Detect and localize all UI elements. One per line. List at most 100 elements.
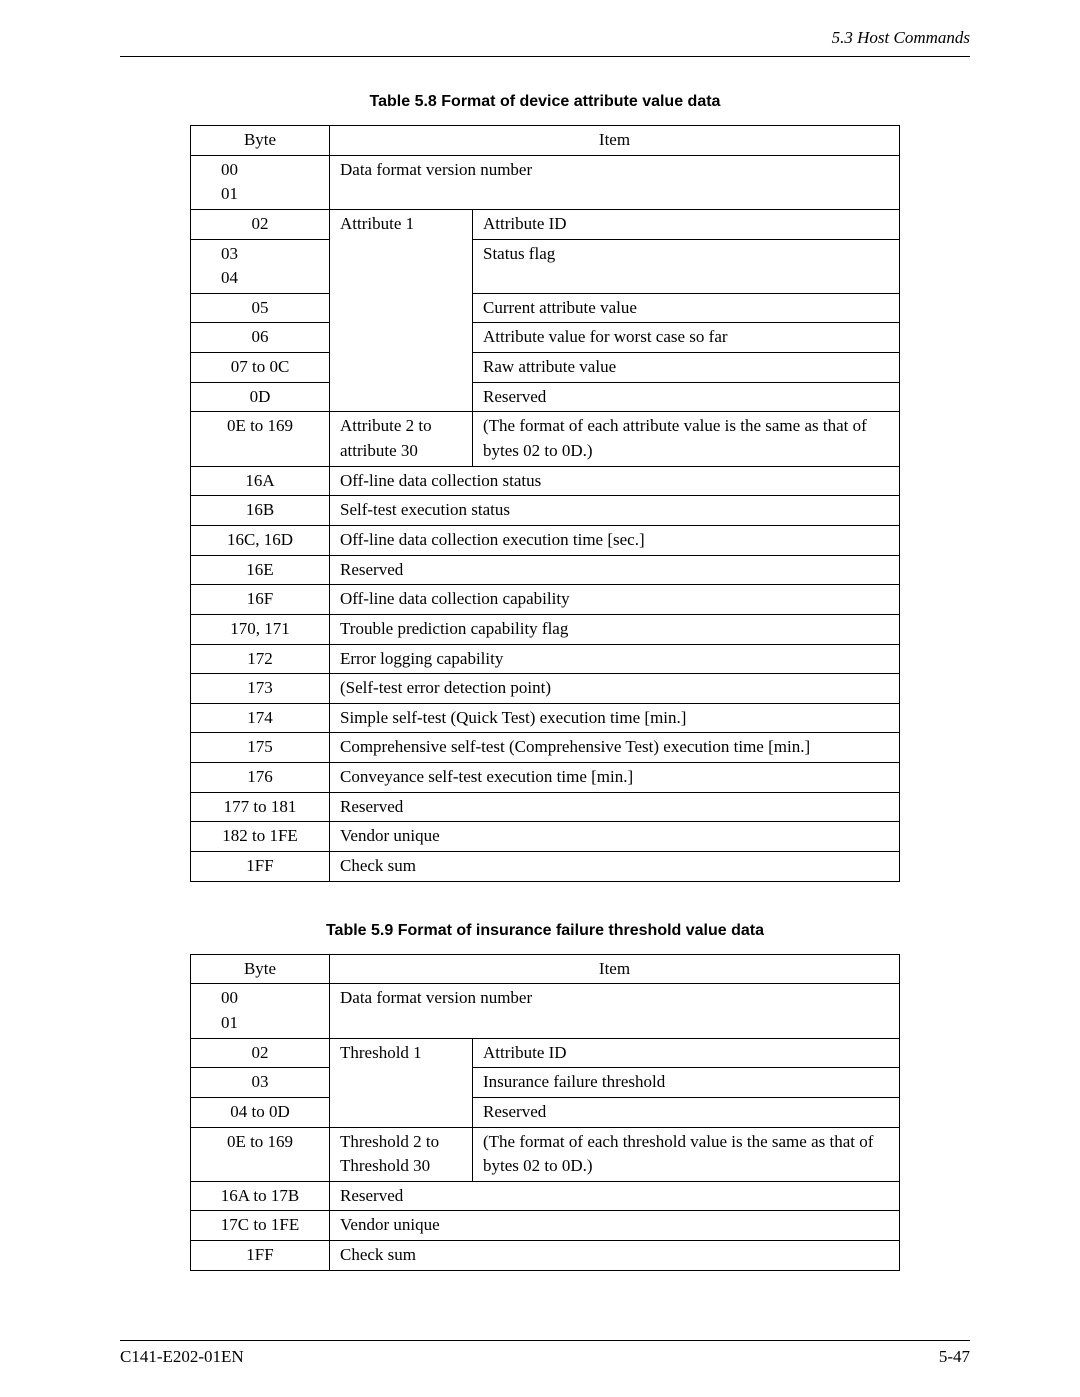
table-caption-2: Table 5.9 Format of insurance failure th… <box>120 922 970 940</box>
table-row: 176 Conveyance self-test execution time … <box>191 763 900 793</box>
cell-item: Off-line data collection capability <box>330 585 900 615</box>
cell-item: Vendor unique <box>330 822 900 852</box>
cell-byte: 16E <box>191 555 330 585</box>
cell-byte: 0E to 169 <box>191 412 330 466</box>
cell-item: Comprehensive self-test (Comprehensive T… <box>330 733 900 763</box>
table-row: 04 to 0D Reserved <box>191 1097 900 1127</box>
cell-item: Data format version number <box>330 155 900 209</box>
table-2: Byte Item 00 01 Data format version numb… <box>190 954 900 1271</box>
cell-item: Insurance failure threshold <box>473 1068 900 1098</box>
cell-item: Reserved <box>330 792 900 822</box>
cell-item: Reserved <box>473 1097 900 1127</box>
cell-item: Attribute ID <box>473 1038 900 1068</box>
table-row: Byte Item <box>191 126 900 156</box>
col-header-byte: Byte <box>191 126 330 156</box>
cell-byte: 173 <box>191 674 330 704</box>
cell-item: Simple self-test (Quick Test) execution … <box>330 703 900 733</box>
footer-rule <box>120 1340 970 1341</box>
cell-item: Trouble prediction capability flag <box>330 614 900 644</box>
cell-item: Check sum <box>330 852 900 882</box>
cell-byte: 176 <box>191 763 330 793</box>
cell-byte: 1FF <box>191 1241 330 1271</box>
cell-byte: 03 <box>191 1068 330 1098</box>
table-row: 03 04 Status flag <box>191 239 900 293</box>
section-header: 5.3 Host Commands <box>120 28 970 48</box>
cell-item: Off-line data collection execution time … <box>330 525 900 555</box>
cell-item: (The format of each attribute value is t… <box>473 412 900 466</box>
col-header-byte: Byte <box>191 954 330 984</box>
table-row: 16A to 17B Reserved <box>191 1181 900 1211</box>
table-row: 0E to 169 Threshold 2 to Threshold 30 (T… <box>191 1127 900 1181</box>
cell-item: Vendor unique <box>330 1211 900 1241</box>
cell-byte: 03 04 <box>191 239 330 293</box>
table-1: Byte Item 00 01 Data format version numb… <box>190 125 900 882</box>
table-caption-1: Table 5.8 Format of device attribute val… <box>120 93 970 111</box>
page-footer: C141-E202-01EN 5-47 <box>120 1340 970 1367</box>
doc-id: C141-E202-01EN <box>120 1347 244 1367</box>
table-row: 02 Threshold 1 Attribute ID <box>191 1038 900 1068</box>
cell-byte: 0D <box>191 382 330 412</box>
cell-byte: 172 <box>191 644 330 674</box>
cell-byte: 00 01 <box>191 155 330 209</box>
cell-item: Conveyance self-test execution time [min… <box>330 763 900 793</box>
table-row: 00 01 Data format version number <box>191 984 900 1038</box>
table-row: 175 Comprehensive self-test (Comprehensi… <box>191 733 900 763</box>
cell-byte: 16B <box>191 496 330 526</box>
cell-attr: Threshold 2 to Threshold 30 <box>330 1127 473 1181</box>
cell-byte: 170, 171 <box>191 614 330 644</box>
col-header-item: Item <box>330 126 900 156</box>
table-row: 16A Off-line data collection status <box>191 466 900 496</box>
cell-item: Reserved <box>330 555 900 585</box>
cell-byte: 175 <box>191 733 330 763</box>
cell-byte: 182 to 1FE <box>191 822 330 852</box>
table-row: 16C, 16D Off-line data collection execut… <box>191 525 900 555</box>
cell-item: Data format version number <box>330 984 900 1038</box>
cell-item: Attribute ID <box>473 209 900 239</box>
table-row: 06 Attribute value for worst case so far <box>191 323 900 353</box>
table-row: 174 Simple self-test (Quick Test) execut… <box>191 703 900 733</box>
cell-item: (Self-test error detection point) <box>330 674 900 704</box>
cell-byte: 17C to 1FE <box>191 1211 330 1241</box>
table-row: 16F Off-line data collection capability <box>191 585 900 615</box>
table-row: 170, 171 Trouble prediction capability f… <box>191 614 900 644</box>
cell-attr: Threshold 1 <box>330 1038 473 1127</box>
cell-byte: 1FF <box>191 852 330 882</box>
header-rule <box>120 56 970 57</box>
cell-item: Attribute value for worst case so far <box>473 323 900 353</box>
table-row: 1FF Check sum <box>191 1241 900 1271</box>
cell-byte: 16A <box>191 466 330 496</box>
table-row: 1FF Check sum <box>191 852 900 882</box>
table-row: 03 Insurance failure threshold <box>191 1068 900 1098</box>
cell-byte: 02 <box>191 209 330 239</box>
cell-byte: 02 <box>191 1038 330 1068</box>
cell-item: Current attribute value <box>473 293 900 323</box>
table-row: 02 Attribute 1 Attribute ID <box>191 209 900 239</box>
table-row: 177 to 181 Reserved <box>191 792 900 822</box>
cell-item: Self-test execution status <box>330 496 900 526</box>
cell-byte: 04 to 0D <box>191 1097 330 1127</box>
cell-item: Off-line data collection status <box>330 466 900 496</box>
col-header-item: Item <box>330 954 900 984</box>
cell-byte: 07 to 0C <box>191 353 330 383</box>
page: 5.3 Host Commands Table 5.8 Format of de… <box>0 0 1080 1397</box>
cell-byte: 00 01 <box>191 984 330 1038</box>
table-row: 0E to 169 Attribute 2 to attribute 30 (T… <box>191 412 900 466</box>
cell-byte: 16A to 17B <box>191 1181 330 1211</box>
cell-attr: Attribute 1 <box>330 209 473 411</box>
table-row: 173 (Self-test error detection point) <box>191 674 900 704</box>
table-row: 05 Current attribute value <box>191 293 900 323</box>
cell-item: Raw attribute value <box>473 353 900 383</box>
cell-item: Reserved <box>330 1181 900 1211</box>
cell-byte: 174 <box>191 703 330 733</box>
cell-byte: 16F <box>191 585 330 615</box>
table-row: Byte Item <box>191 954 900 984</box>
table-row: 172 Error logging capability <box>191 644 900 674</box>
table-row: 16B Self-test execution status <box>191 496 900 526</box>
cell-byte: 06 <box>191 323 330 353</box>
cell-attr: Attribute 2 to attribute 30 <box>330 412 473 466</box>
cell-item: Error logging capability <box>330 644 900 674</box>
cell-item: Check sum <box>330 1241 900 1271</box>
table-row: 16E Reserved <box>191 555 900 585</box>
table-row: 17C to 1FE Vendor unique <box>191 1211 900 1241</box>
cell-item: (The format of each threshold value is t… <box>473 1127 900 1181</box>
